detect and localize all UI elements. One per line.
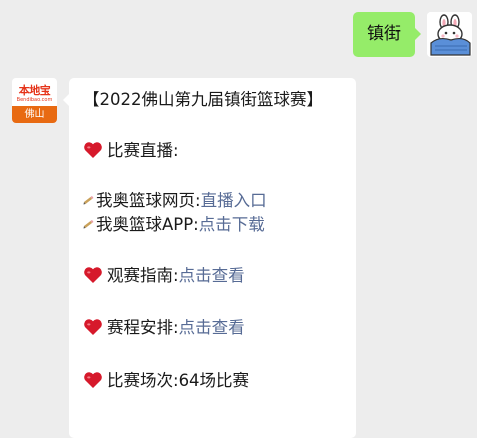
incoming-bubble: 【2022佛山第九届镇街篮球赛】 比赛直播: 我奥篮球网页:直播入口 我奥篮球A… xyxy=(63,78,356,438)
app-line: 我奥篮球APP:点击下载 xyxy=(83,213,265,237)
bot-city-label: 佛山 xyxy=(12,106,57,123)
count-value: 64场比赛 xyxy=(178,371,250,390)
pencil-icon xyxy=(83,196,94,205)
heart-icon xyxy=(84,267,102,283)
schedule-label: 赛程安排: xyxy=(107,318,179,337)
live-line: 比赛直播: xyxy=(83,139,179,163)
user-avatar[interactable] xyxy=(427,12,472,57)
app-label: 我奥篮球APP: xyxy=(96,215,199,234)
bunny-avatar-icon xyxy=(427,12,472,57)
heart-icon xyxy=(84,372,102,388)
guide-line: 观赛指南:点击查看 xyxy=(83,264,245,288)
live-label: 比赛直播: xyxy=(107,141,179,160)
outgoing-bubble[interactable]: 镇街 xyxy=(353,12,421,57)
guide-link[interactable]: 点击查看 xyxy=(179,266,245,285)
live-entry-link[interactable]: 直播入口 xyxy=(201,191,267,210)
web-line: 我奥篮球网页:直播入口 xyxy=(83,189,267,213)
message-title: 【2022佛山第九届镇街篮球赛】 xyxy=(83,90,323,109)
pencil-icon xyxy=(83,220,94,229)
count-label: 比赛场次: xyxy=(107,371,179,390)
outgoing-message: 镇街 xyxy=(353,12,472,57)
bot-logo-subtext: Bendibao.com xyxy=(16,97,53,103)
schedule-line: 赛程安排:点击查看 xyxy=(83,316,245,340)
app-download-link[interactable]: 点击下载 xyxy=(199,215,265,234)
bot-logo-text: 本地宝 xyxy=(18,84,51,97)
schedule-link[interactable]: 点击查看 xyxy=(179,318,245,337)
heart-icon xyxy=(84,142,102,158)
incoming-message: 本地宝 Bendibao.com 佛山 【2022佛山第九届镇街篮球赛】 比赛直… xyxy=(12,78,356,438)
guide-label: 观赛指南: xyxy=(107,266,179,285)
bot-avatar[interactable]: 本地宝 Bendibao.com 佛山 xyxy=(12,78,57,123)
web-label: 我奥篮球网页: xyxy=(96,191,201,210)
outgoing-text: 镇街 xyxy=(367,24,401,44)
heart-icon xyxy=(84,319,102,335)
count-line: 比赛场次:64场比赛 xyxy=(83,369,249,393)
